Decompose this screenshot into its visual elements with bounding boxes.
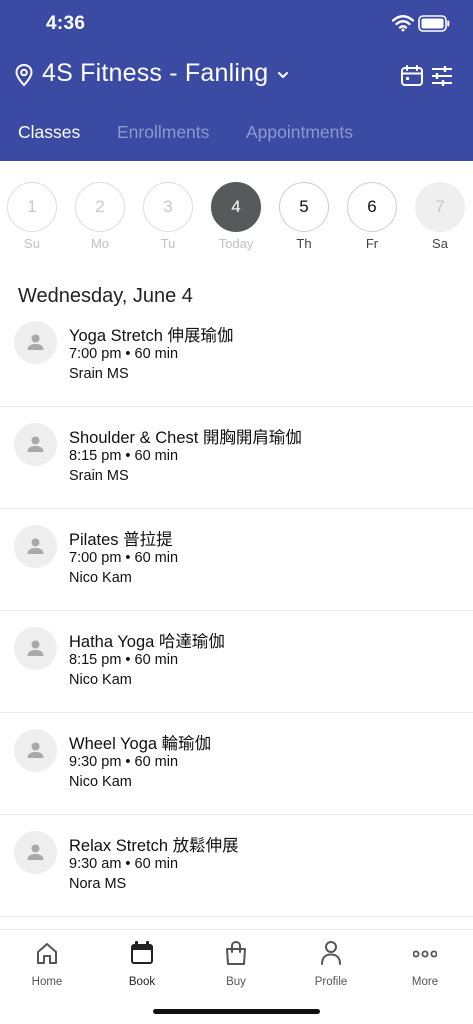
day-number: 4 bbox=[211, 182, 261, 232]
class-instructor: Srain MS bbox=[69, 468, 129, 484]
location-selector[interactable]: 4S Fitness - Fanling bbox=[0, 56, 473, 96]
instructor-avatar bbox=[14, 321, 57, 364]
tab-bar: Classes Enrollments Appointments bbox=[0, 118, 473, 148]
class-time: 9:30 pm • 60 min bbox=[69, 754, 179, 770]
day-label: Su bbox=[24, 236, 40, 251]
day-tuesday[interactable]: 3 Tu bbox=[142, 182, 194, 254]
class-name: Wheel Yoga 輪瑜伽 bbox=[69, 735, 212, 753]
nav-label: Buy bbox=[226, 976, 246, 988]
class-list-item[interactable]: Wheel Yoga 輪瑜伽 9:30 pm • 60 min Nico Kam bbox=[0, 713, 473, 815]
day-label: Mo bbox=[90, 236, 110, 251]
class-time: 8:15 pm • 60 min bbox=[69, 448, 179, 464]
class-name: Hatha Yoga 哈達瑜伽 bbox=[69, 633, 225, 651]
nav-home[interactable]: Home bbox=[0, 938, 94, 994]
class-name: Yoga Stretch 伸展瑜伽 bbox=[69, 327, 234, 345]
class-instructor: Nico Kam bbox=[69, 570, 132, 586]
person-placeholder-icon bbox=[27, 844, 44, 860]
class-name: Shoulder & Chest 開胸開肩瑜伽 bbox=[69, 429, 302, 447]
day-saturday[interactable]: 7 Sa bbox=[414, 182, 466, 254]
calendar-icon bbox=[131, 941, 153, 964]
location-pin-icon bbox=[15, 63, 33, 87]
day-number: 3 bbox=[143, 182, 193, 232]
battery-icon bbox=[418, 15, 450, 32]
nav-profile[interactable]: Profile bbox=[284, 938, 378, 994]
day-label: Sa bbox=[432, 236, 448, 251]
instructor-avatar bbox=[14, 729, 57, 772]
day-monday[interactable]: 2 Mo bbox=[74, 182, 126, 254]
nav-buy[interactable]: Buy bbox=[189, 938, 283, 994]
person-placeholder-icon bbox=[27, 640, 44, 656]
day-number: 1 bbox=[7, 182, 57, 232]
class-list-item[interactable]: Shoulder & Chest 開胸開肩瑜伽 8:15 pm • 60 min… bbox=[0, 407, 473, 509]
person-placeholder-icon bbox=[27, 334, 44, 350]
day-thursday[interactable]: 5 Th bbox=[278, 182, 330, 254]
class-list-item[interactable]: Pilates 普拉提 7:00 pm • 60 min Nico Kam bbox=[0, 509, 473, 611]
tab-appointments[interactable]: Appointments bbox=[246, 122, 353, 143]
nav-label: Book bbox=[128, 976, 156, 988]
wifi-icon bbox=[392, 15, 414, 32]
location-title: 4S Fitness - Fanling bbox=[42, 59, 269, 87]
class-instructor: Nora MS bbox=[69, 876, 127, 892]
status-time: 4:36 bbox=[46, 13, 86, 34]
tab-enrollments[interactable]: Enrollments bbox=[117, 122, 209, 143]
class-time: 8:15 pm • 60 min bbox=[69, 652, 179, 668]
day-label: Tu bbox=[160, 236, 176, 251]
day-label: Th bbox=[296, 236, 312, 251]
class-time: 9:30 am • 60 min bbox=[69, 856, 179, 872]
instructor-avatar bbox=[14, 525, 57, 568]
day-sunday[interactable]: 1 Su bbox=[6, 182, 58, 254]
class-list: Yoga Stretch 伸展瑜伽 7:00 pm • 60 min Srain… bbox=[0, 305, 473, 917]
more-dots-icon bbox=[413, 950, 437, 958]
class-instructor: Nico Kam bbox=[69, 774, 132, 790]
instructor-avatar bbox=[14, 423, 57, 466]
class-time: 7:00 pm • 60 min bbox=[69, 550, 179, 566]
class-name: Relax Stretch 放鬆伸展 bbox=[69, 837, 239, 855]
class-name: Pilates 普拉提 bbox=[69, 531, 173, 549]
day-number: 7 bbox=[415, 182, 465, 232]
instructor-avatar bbox=[14, 831, 57, 874]
day-number: 6 bbox=[347, 182, 397, 232]
person-placeholder-icon bbox=[27, 742, 44, 758]
day-label: Fr bbox=[365, 236, 379, 251]
chevron-down-icon bbox=[278, 72, 288, 78]
class-list-item[interactable]: Yoga Stretch 伸展瑜伽 7:00 pm • 60 min Srain… bbox=[0, 305, 473, 407]
day-today[interactable]: 4 Today bbox=[210, 182, 262, 254]
class-time: 7:00 pm • 60 min bbox=[69, 346, 179, 362]
status-bar: 4:36 bbox=[0, 0, 473, 48]
person-icon bbox=[321, 941, 341, 965]
tab-classes[interactable]: Classes bbox=[18, 122, 80, 143]
nav-label: Home bbox=[31, 976, 63, 988]
calendar-icon[interactable] bbox=[400, 64, 424, 88]
class-list-item[interactable]: Hatha Yoga 哈達瑜伽 8:15 pm • 60 min Nico Ka… bbox=[0, 611, 473, 713]
class-instructor: Nico Kam bbox=[69, 672, 132, 688]
nav-more[interactable]: More bbox=[378, 938, 472, 994]
nav-label: More bbox=[411, 976, 439, 988]
day-friday[interactable]: 6 Fr bbox=[346, 182, 398, 254]
instructor-avatar bbox=[14, 627, 57, 670]
day-number: 5 bbox=[279, 182, 329, 232]
class-instructor: Srain MS bbox=[69, 366, 129, 382]
home-indicator bbox=[153, 1009, 320, 1014]
app-header: 4:36 4S Fitness - Fanling Classes Enroll… bbox=[0, 0, 473, 161]
week-day-picker: 1 Su 2 Mo 3 Tu 4 Today 5 Th 6 Fr 7 Sa bbox=[0, 182, 473, 254]
person-placeholder-icon bbox=[27, 436, 44, 452]
filter-sliders-icon[interactable] bbox=[430, 64, 454, 88]
day-number: 2 bbox=[75, 182, 125, 232]
shopping-bag-icon bbox=[226, 940, 246, 965]
person-placeholder-icon bbox=[27, 538, 44, 554]
class-list-item[interactable]: Relax Stretch 放鬆伸展 9:30 am • 60 min Nora… bbox=[0, 815, 473, 917]
nav-label: Profile bbox=[314, 976, 348, 988]
day-label: Today bbox=[218, 236, 254, 251]
home-icon bbox=[37, 943, 57, 964]
nav-book[interactable]: Book bbox=[95, 938, 189, 994]
